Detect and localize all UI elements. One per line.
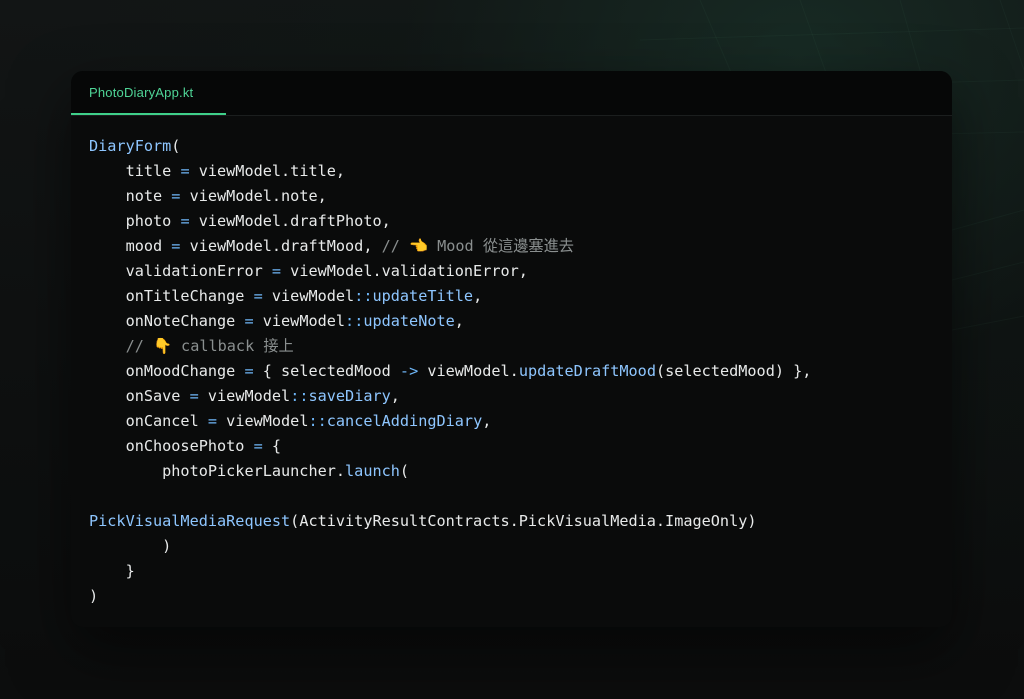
code-line: onNoteChange = viewModel::updateNote,	[89, 309, 811, 334]
code-token-op: =	[180, 162, 190, 180]
code-token-op: =	[253, 437, 263, 455]
code-line: // 👇 callback 接上	[89, 334, 811, 359]
code-token-op: =	[253, 287, 263, 305]
code-line: onTitleChange = viewModel::updateTitle,	[89, 284, 811, 309]
code-token-op: =	[244, 312, 254, 330]
code-token-op: =	[271, 262, 282, 280]
code-line: )	[89, 534, 811, 559]
code-line: photoPickerLauncher.launch(	[89, 459, 811, 484]
code-token-plain: { selectedMood	[253, 362, 400, 380]
code-token-op: =	[207, 412, 218, 430]
code-token-fn: launch	[345, 462, 400, 480]
code-token-plain: viewModel.title,	[189, 162, 346, 180]
code-token-plain: photoPickerLauncher.	[89, 462, 346, 480]
code-token-plain: onMoodChange	[89, 362, 245, 380]
code-token-plain: viewModel.note,	[180, 187, 327, 205]
code-token-comment: // 👇 callback 接上	[89, 337, 294, 355]
tab-label: PhotoDiaryApp.kt	[89, 84, 194, 100]
code-token-plain: viewModel	[217, 412, 309, 430]
code-token-plain: onNoteChange	[89, 312, 245, 330]
code-token-fn: cancelAddingDiary	[326, 412, 483, 430]
code-token-plain: ,	[454, 312, 464, 330]
tab-photodiaryapp-kt[interactable]: PhotoDiaryApp.kt	[71, 71, 226, 115]
code-block[interactable]: DiaryForm( title = viewModel.title, note…	[89, 134, 811, 609]
code-line: DiaryForm(	[89, 134, 811, 159]
code-token-plain: (selectedMood) },	[655, 362, 812, 380]
code-token-op: ::	[308, 412, 327, 430]
code-token-op: ::	[354, 287, 373, 305]
code-token-plain: ,	[473, 287, 483, 305]
code-token-op: ::	[290, 387, 309, 405]
code-line: title = viewModel.title,	[89, 159, 811, 184]
code-token-plain: note	[89, 187, 172, 205]
code-line: onCancel = viewModel::cancelAddingDiary,	[89, 409, 811, 434]
code-token-plain: viewModel	[253, 312, 346, 330]
code-token-plain: )	[89, 537, 172, 555]
code-token-fn: updateNote	[363, 312, 455, 330]
code-token-plain: photo	[89, 212, 181, 230]
code-token-plain: title	[89, 162, 181, 180]
code-token-op: =	[180, 212, 190, 230]
code-token-plain: (ActivityResultContracts.PickVisualMedia…	[290, 512, 757, 530]
code-token-plain: onTitleChange	[89, 287, 254, 305]
code-line: mood = viewModel.draftMood, // 👈 Mood 從這…	[89, 234, 811, 259]
code-token-op: ::	[345, 312, 364, 330]
code-line: onChoosePhoto = {	[89, 434, 811, 459]
code-line: validationError = viewModel.validationEr…	[89, 259, 811, 284]
code-token-plain: viewModel.draftPhoto,	[189, 212, 391, 230]
code-token-plain: (	[171, 137, 181, 155]
code-token-plain: viewModel	[262, 287, 355, 305]
code-token-fn: saveDiary	[308, 387, 391, 405]
code-window: PhotoDiaryApp.kt DiaryForm( title = view…	[71, 71, 952, 627]
code-line: photo = viewModel.draftPhoto,	[89, 209, 811, 234]
code-token-op: =	[189, 387, 199, 405]
code-token-plain: ,	[482, 412, 492, 430]
code-token-plain: }	[89, 562, 135, 580]
code-line: note = viewModel.note,	[89, 184, 811, 209]
code-line: PickVisualMediaRequest(ActivityResultCon…	[89, 509, 811, 534]
code-token-comment: // 👈 Mood 從這邊塞進去	[381, 237, 574, 255]
code-line: }	[89, 559, 811, 584]
code-token-plain: {	[262, 437, 282, 455]
code-token-plain: (	[399, 462, 410, 480]
code-token-fn: updateTitle	[372, 287, 474, 305]
code-line: )	[89, 584, 811, 609]
code-token-fn: PickVisualMediaRequest	[89, 512, 291, 530]
code-token-plain: )	[89, 587, 99, 605]
code-token-op: ->	[399, 362, 419, 380]
code-token-plain: validationError	[89, 262, 272, 280]
tab-bar: PhotoDiaryApp.kt	[71, 71, 952, 116]
code-line: onMoodChange = { selectedMood -> viewMod…	[89, 359, 812, 384]
code-token-plain: mood	[89, 237, 172, 255]
code-token-op: =	[244, 362, 254, 380]
code-token-plain: ,	[390, 387, 400, 405]
code-token-plain: onChoosePhoto	[89, 437, 254, 455]
code-line: onSave = viewModel::saveDiary,	[89, 384, 811, 409]
code-token-fn: DiaryForm	[89, 137, 172, 155]
code-token-plain: onCancel	[89, 412, 208, 430]
code-token-plain: viewModel.validationError,	[281, 262, 528, 280]
code-token-plain: viewModel	[198, 387, 291, 405]
code-token-plain: viewModel.draftMood,	[180, 237, 382, 255]
code-token-plain: onSave	[89, 387, 190, 405]
code-token-plain: viewModel.	[418, 362, 519, 380]
code-token-fn: updateDraftMood	[518, 362, 656, 380]
